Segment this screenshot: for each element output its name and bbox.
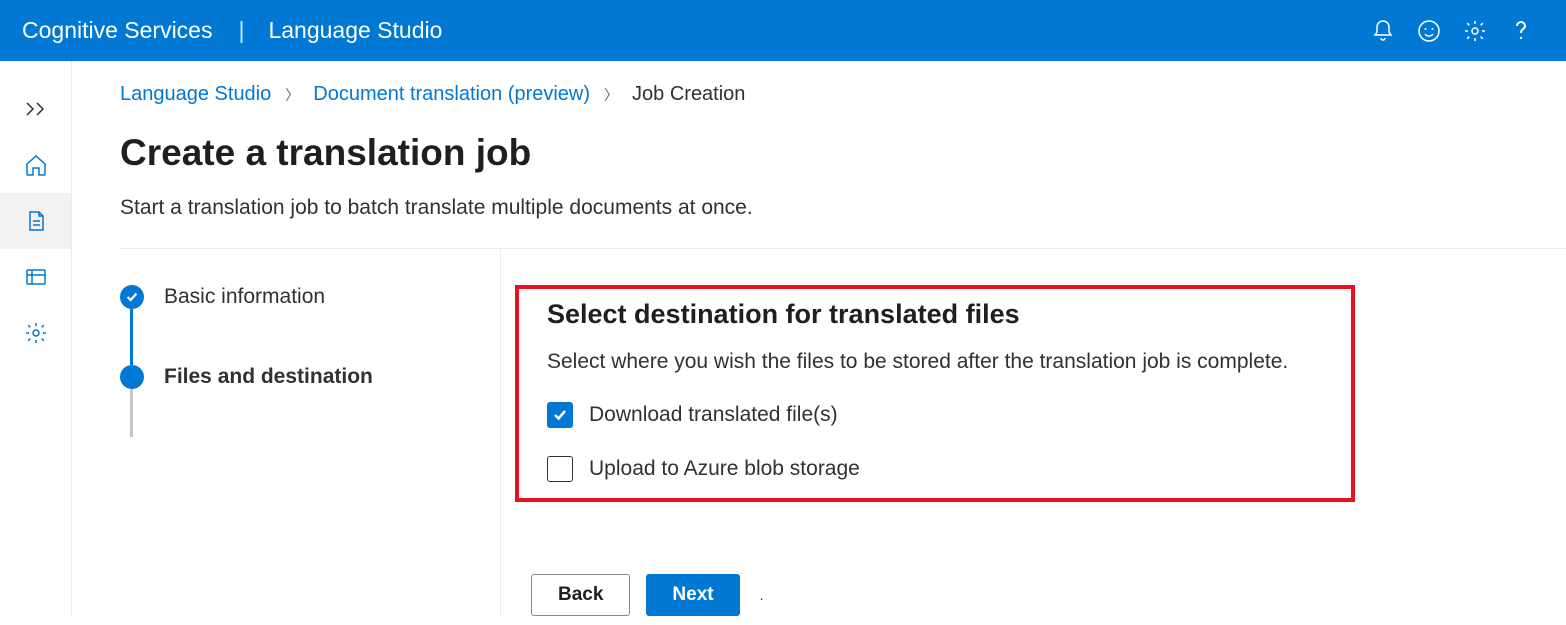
- side-nav: [0, 61, 72, 616]
- breadcrumb-document-translation[interactable]: Document translation (preview): [313, 83, 590, 106]
- option-download-files[interactable]: Download translated file(s): [547, 402, 1323, 428]
- trailing-dot: .: [760, 587, 764, 603]
- nav-document-translation[interactable]: [0, 193, 71, 249]
- chevron-right-icon: 〉: [285, 85, 299, 105]
- settings-icon[interactable]: [1452, 8, 1498, 54]
- nav-home[interactable]: [0, 137, 71, 193]
- back-button[interactable]: Back: [531, 574, 630, 616]
- page-title: Create a translation job: [120, 132, 1566, 174]
- top-bar: Cognitive Services | Language Studio: [0, 0, 1566, 61]
- next-button[interactable]: Next: [646, 574, 739, 616]
- brand-cognitive-services[interactable]: Cognitive Services: [22, 17, 212, 44]
- main-content: Language Studio 〉 Document translation (…: [72, 61, 1566, 616]
- breadcrumb-current: Job Creation: [632, 83, 745, 106]
- breadcrumb: Language Studio 〉 Document translation (…: [120, 83, 1566, 106]
- step-basic-information[interactable]: Basic information: [120, 285, 500, 309]
- expand-nav-button[interactable]: [0, 81, 71, 137]
- step-label: Basic information: [164, 285, 325, 309]
- brand-divider: |: [238, 17, 244, 44]
- brand-language-studio[interactable]: Language Studio: [268, 17, 442, 44]
- section-description: Select where you wish the files to be st…: [547, 350, 1323, 374]
- wizard-steps: Basic information Files and destination: [120, 285, 500, 616]
- step-connector: [130, 389, 133, 437]
- nav-jobs[interactable]: [0, 249, 71, 305]
- checkbox-label: Upload to Azure blob storage: [589, 457, 860, 481]
- breadcrumb-language-studio[interactable]: Language Studio: [120, 83, 271, 106]
- feedback-icon[interactable]: [1406, 8, 1452, 54]
- chevron-right-icon: 〉: [604, 85, 618, 105]
- step-connector: [130, 309, 133, 365]
- check-icon: [120, 285, 144, 309]
- section-title: Select destination for translated files: [547, 299, 1323, 330]
- step-label: Files and destination: [164, 365, 373, 389]
- option-upload-blob[interactable]: Upload to Azure blob storage: [547, 456, 1323, 482]
- step-files-and-destination[interactable]: Files and destination: [120, 365, 500, 389]
- help-icon[interactable]: [1498, 8, 1544, 54]
- nav-settings[interactable]: [0, 305, 71, 361]
- checkbox-label: Download translated file(s): [589, 403, 838, 427]
- notifications-icon[interactable]: [1360, 8, 1406, 54]
- destination-section: Select destination for translated files …: [515, 285, 1355, 502]
- checkbox-upload-blob[interactable]: [547, 456, 573, 482]
- checkbox-download[interactable]: [547, 402, 573, 428]
- page-description: Start a translation job to batch transla…: [120, 196, 1566, 220]
- current-step-dot: [120, 365, 144, 389]
- step-panel: Select destination for translated files …: [500, 249, 1566, 616]
- wizard-buttons: Back Next .: [531, 574, 1566, 616]
